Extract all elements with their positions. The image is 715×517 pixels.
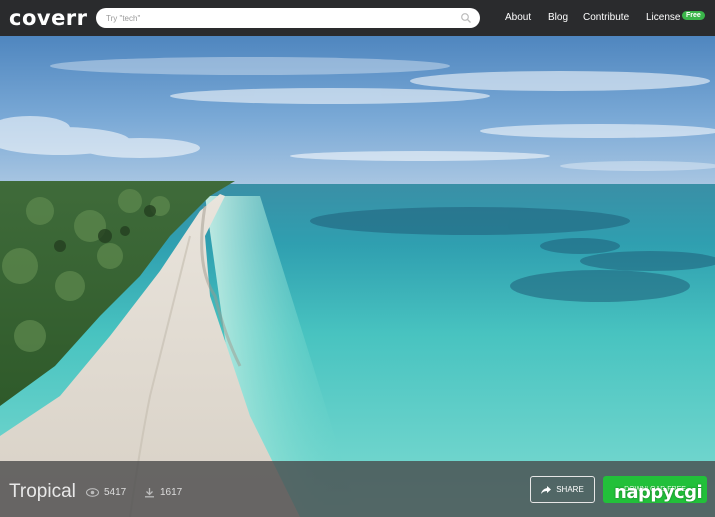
nav-about[interactable]: About <box>505 12 531 23</box>
watermark: nappycgi <box>614 482 703 503</box>
downloads-count: 1617 <box>160 487 183 498</box>
download-icon <box>145 488 154 498</box>
coverr-logo[interactable]: coverr <box>9 6 88 30</box>
nav-contribute[interactable]: Contribute <box>583 12 629 23</box>
search-input[interactable] <box>106 13 456 23</box>
share-icon <box>541 485 552 494</box>
share-label: SHARE <box>556 485 584 494</box>
video-title: Tropical <box>9 481 76 502</box>
search-bar[interactable] <box>96 8 480 28</box>
downloads-stat: 1617 <box>144 487 182 498</box>
top-nav-bar: coverr About Blog Contribute License Fre… <box>0 0 715 36</box>
license-free-badge: Free <box>682 11 705 20</box>
eye-icon <box>86 488 99 497</box>
nav-license[interactable]: License <box>646 12 680 23</box>
nav-blog[interactable]: Blog <box>548 12 568 23</box>
share-button[interactable]: SHARE <box>530 476 595 503</box>
video-info-bar: Tropical 5417 1617 SHARE DOWNLOAD FREE <box>0 461 715 517</box>
views-count: 5417 <box>104 487 127 498</box>
beach-scene <box>0 36 715 517</box>
views-stat: 5417 <box>86 487 126 498</box>
search-icon[interactable] <box>460 12 472 24</box>
video-background[interactable] <box>0 36 715 517</box>
